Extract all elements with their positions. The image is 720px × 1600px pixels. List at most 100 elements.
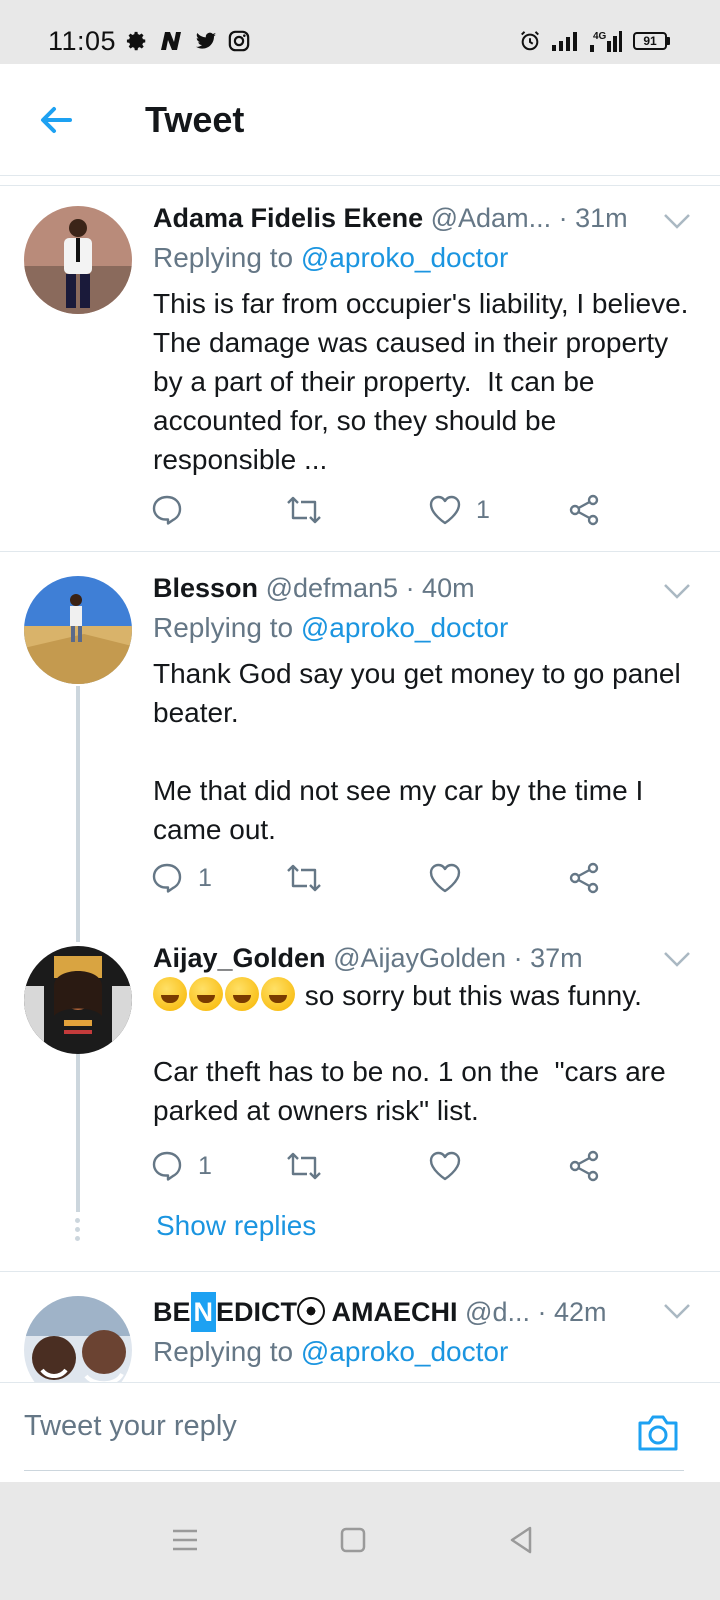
signal-4g-icon: 4G [590, 31, 622, 52]
replying-to: Replying to @aproko_doctor [153, 1336, 509, 1367]
svg-text:4G: 4G [593, 31, 607, 42]
mention-link[interactable]: @aproko_doctor [301, 612, 508, 643]
tweet-reply[interactable]: Aijay_Golden @AijayGolden · 37m so sorry… [0, 943, 720, 1266]
reply-icon [152, 495, 182, 525]
tweet-actions: 1 [150, 490, 620, 530]
laughing-emoji-icon [189, 977, 223, 1011]
tweet-divider [0, 551, 720, 552]
reply-icon [152, 863, 182, 893]
tweet-header: Blesson @defman5 · 40m [153, 568, 650, 608]
mention-link[interactable]: @aproko_doctor [301, 242, 508, 273]
tweet-text: Car theft has to be no. 1 on the "cars a… [153, 1056, 674, 1126]
retweet-icon [287, 496, 321, 524]
tweet-reply[interactable]: Blesson @defman5 · 40m Replying to @apro… [0, 556, 720, 910]
retweet-button[interactable] [285, 858, 323, 898]
laughing-emoji-icon [261, 977, 295, 1011]
header-divider [0, 182, 720, 186]
like-button[interactable]: 1 [428, 490, 490, 530]
show-replies-link[interactable]: Show replies [156, 1210, 316, 1242]
reply-button[interactable] [150, 490, 198, 530]
retweet-button[interactable] [285, 490, 323, 530]
avatar[interactable] [24, 206, 132, 314]
reply-count: 1 [198, 1151, 212, 1180]
signal-icon [552, 32, 577, 51]
back-triangle-icon[interactable] [502, 1520, 542, 1560]
retweet-button[interactable] [285, 1146, 323, 1186]
timestamp: · 42m [537, 1297, 607, 1327]
like-button[interactable] [428, 858, 476, 898]
like-button[interactable] [428, 1146, 476, 1186]
handle: @AijayGolden [333, 943, 507, 973]
status-time: 11:05 [48, 26, 117, 56]
display-name[interactable]: BE N EDICT AMAECHI [153, 1292, 458, 1332]
retweet-icon [287, 1152, 321, 1180]
page-title: Tweet [145, 99, 245, 140]
laughing-emoji-icon [153, 977, 187, 1011]
tweet-divider [0, 1271, 720, 1272]
handle: @defman5 [265, 573, 399, 603]
status-system-icons: 4G 91 [519, 30, 670, 52]
status-bar: 11:05 4G 91 [0, 0, 720, 64]
instagram-icon [228, 30, 250, 52]
reply-button[interactable]: 1 [150, 858, 212, 898]
avatar[interactable] [24, 1296, 132, 1382]
arrow-left-icon[interactable] [32, 96, 80, 144]
handle: @d... [465, 1297, 530, 1327]
reply-input[interactable] [24, 1383, 684, 1471]
like-count: 1 [476, 495, 490, 524]
timestamp: · 40m [405, 573, 475, 603]
retweet-icon [287, 864, 321, 892]
avatar[interactable] [24, 946, 132, 1054]
menu-icon[interactable] [165, 1520, 205, 1560]
home-square-icon[interactable] [333, 1520, 373, 1560]
heart-icon [429, 863, 461, 893]
timestamp: · 37m [513, 943, 583, 973]
twitter-icon [195, 32, 217, 49]
app-header: Tweet [0, 64, 720, 176]
chevron-down-icon[interactable] [662, 210, 692, 232]
heart-icon [429, 1151, 461, 1181]
chevron-down-icon[interactable] [662, 948, 692, 970]
chevron-down-icon[interactable] [662, 580, 692, 602]
reply-count: 1 [198, 863, 212, 892]
alarm-icon [521, 31, 539, 51]
share-icon [569, 1150, 599, 1182]
mention-link[interactable]: @aproko_doctor [301, 1336, 508, 1367]
reply-button[interactable]: 1 [150, 1146, 212, 1186]
display-name[interactable]: Aijay_Golden [153, 943, 326, 973]
system-nav-bar [0, 1482, 720, 1600]
share-icon [569, 862, 599, 894]
share-button[interactable] [567, 858, 601, 898]
tweet-header: Aijay_Golden @AijayGolden · 37m [153, 938, 650, 978]
replying-to: Replying to @aproko_doctor [153, 612, 509, 643]
battery-icon: 91 [633, 32, 670, 50]
share-icon [569, 494, 599, 526]
tweet-reply[interactable]: Adama Fidelis Ekene @Adam... · 31m Reply… [0, 188, 720, 552]
tweet-text: Thank God say you get money to go panel … [153, 658, 681, 845]
share-button[interactable] [567, 1146, 601, 1186]
handle: @Adam... [430, 203, 552, 233]
avatar[interactable] [24, 576, 132, 684]
chevron-down-icon[interactable] [662, 1300, 692, 1322]
heart-icon [429, 495, 461, 525]
share-button[interactable] [567, 490, 601, 530]
timestamp: · 31m [558, 203, 628, 233]
reply-composer [0, 1382, 720, 1482]
laughing-emoji-icon [225, 977, 259, 1011]
n-app-icon [161, 32, 181, 50]
tweet-text-first-line: so sorry but this was funny. [153, 976, 693, 1015]
display-name[interactable]: Blesson [153, 573, 258, 603]
tweet-reply[interactable]: BE N EDICT AMAECHI @d... · 42m Replying to… [0, 1276, 720, 1382]
status-notification-icons [126, 30, 250, 52]
tweet-text: This is far from occupier's liability, I… [153, 288, 696, 475]
battery-level: 91 [633, 32, 667, 50]
tweet-actions: 1 [150, 858, 620, 898]
gear-icon [126, 31, 146, 51]
reply-icon [152, 1151, 182, 1181]
camera-icon[interactable] [636, 1413, 680, 1453]
tweet-header: Adama Fidelis Ekene @Adam... · 31m [153, 198, 650, 238]
soccer-ball-icon [297, 1297, 326, 1325]
tweet-header: BE N EDICT AMAECHI @d... · 42m [153, 1292, 650, 1332]
replying-to: Replying to @aproko_doctor [153, 242, 509, 273]
display-name[interactable]: Adama Fidelis Ekene [153, 203, 423, 233]
